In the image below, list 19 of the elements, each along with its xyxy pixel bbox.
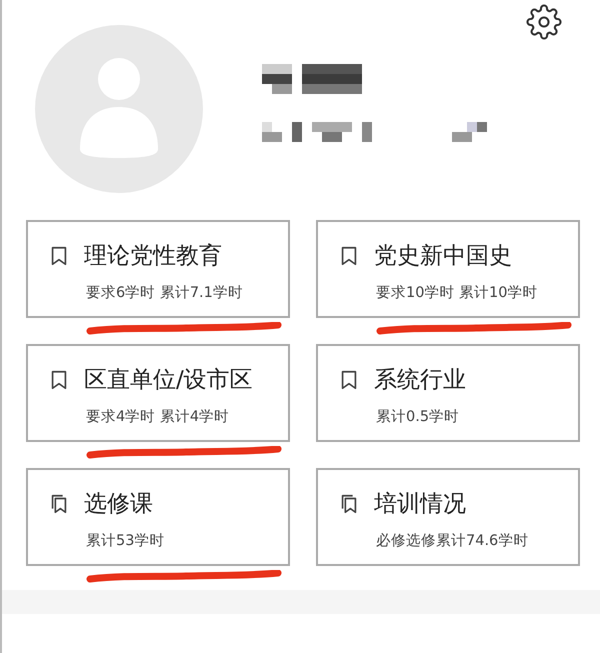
card-title: 培训情况 [374,490,466,519]
card-title: 系统行业 [374,366,466,395]
card-detail: 要求6学时 累计7.1学时 [86,284,244,302]
card-detail: 要求4学时 累计4学时 [86,408,230,426]
card-title: 理论党性教育 [84,242,222,271]
category-card[interactable]: 区直单位/设市区 要求4学时 累计4学时 [26,344,290,442]
card-detail: 累计53学时 [86,532,166,550]
category-card[interactable]: 系统行业 累计0.5学时 [316,344,580,442]
card-title: 党史新中国史 [374,242,512,271]
settings-icon[interactable] [526,4,562,40]
card-detail: 必修选修累计74.6学时 [376,532,530,550]
card-detail: 累计0.5学时 [376,408,460,426]
category-card[interactable]: 选修课 累计53学时 [26,468,290,566]
card-title: 区直单位/设市区 [84,366,253,395]
category-card[interactable]: 理论党性教育 要求6学时 累计7.1学时 [26,220,290,318]
card-detail: 要求10学时 累计10学时 [376,284,539,302]
category-card[interactable]: 培训情况 必修选修累计74.6学时 [316,468,580,566]
card-title: 选修课 [84,490,153,519]
category-card[interactable]: 党史新中国史 要求10学时 累计10学时 [316,220,580,318]
